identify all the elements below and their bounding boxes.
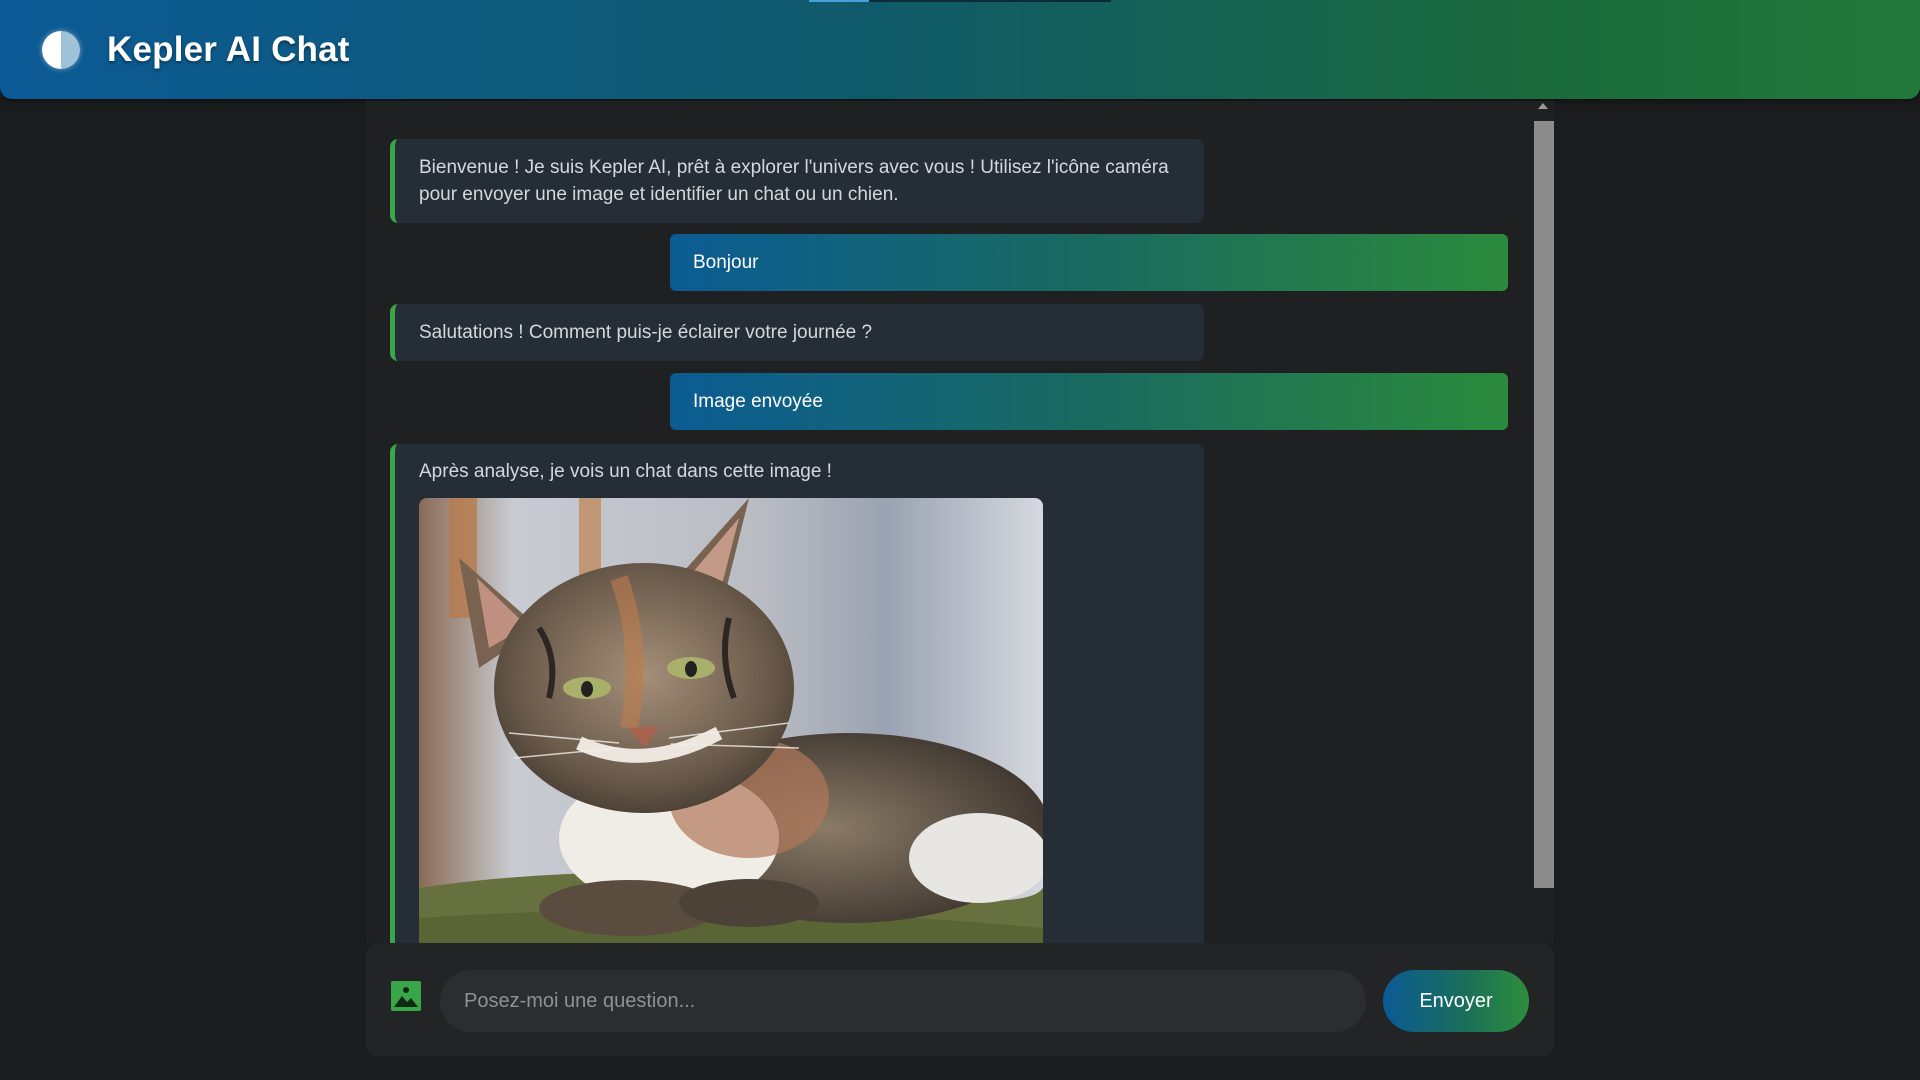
user-message: Image envoyée (670, 373, 1508, 430)
message-input-bar: Envoyer (366, 943, 1554, 1056)
bot-message: Bienvenue ! Je suis Kepler AI, prêt à ex… (390, 139, 1204, 223)
half-moon-icon (42, 31, 80, 69)
question-input[interactable] (440, 970, 1366, 1032)
tab-indicator-track (869, 0, 1111, 2)
image-upload-icon[interactable] (391, 981, 421, 1011)
app-header: Kepler AI Chat (0, 0, 1920, 99)
scrollbar-thumb[interactable] (1534, 121, 1554, 888)
app-title: Kepler AI Chat (107, 30, 350, 69)
message-list: Bienvenue ! Je suis Kepler AI, prêt à ex… (366, 101, 1534, 943)
user-message-text: Bonjour (693, 252, 759, 273)
bot-message-with-image: Après analyse, je vois un chat dans cett… (390, 444, 1204, 943)
bot-message-text: Bienvenue ! Je suis Kepler AI, prêt à ex… (419, 157, 1169, 205)
tab-indicator (809, 0, 869, 2)
bot-message-text: Salutations ! Comment puis-je éclairer v… (419, 322, 873, 343)
chat-panel: Bienvenue ! Je suis Kepler AI, prêt à ex… (366, 101, 1554, 943)
cat-photo[interactable] (419, 498, 1043, 943)
send-button[interactable]: Envoyer (1383, 970, 1529, 1032)
bot-message: Salutations ! Comment puis-je éclairer v… (390, 304, 1204, 361)
scroll-up-arrow-icon[interactable] (1538, 103, 1548, 109)
bot-message-text: Après analyse, je vois un chat dans cett… (419, 461, 832, 482)
user-message-text: Image envoyée (693, 391, 823, 412)
user-message: Bonjour (670, 234, 1508, 291)
